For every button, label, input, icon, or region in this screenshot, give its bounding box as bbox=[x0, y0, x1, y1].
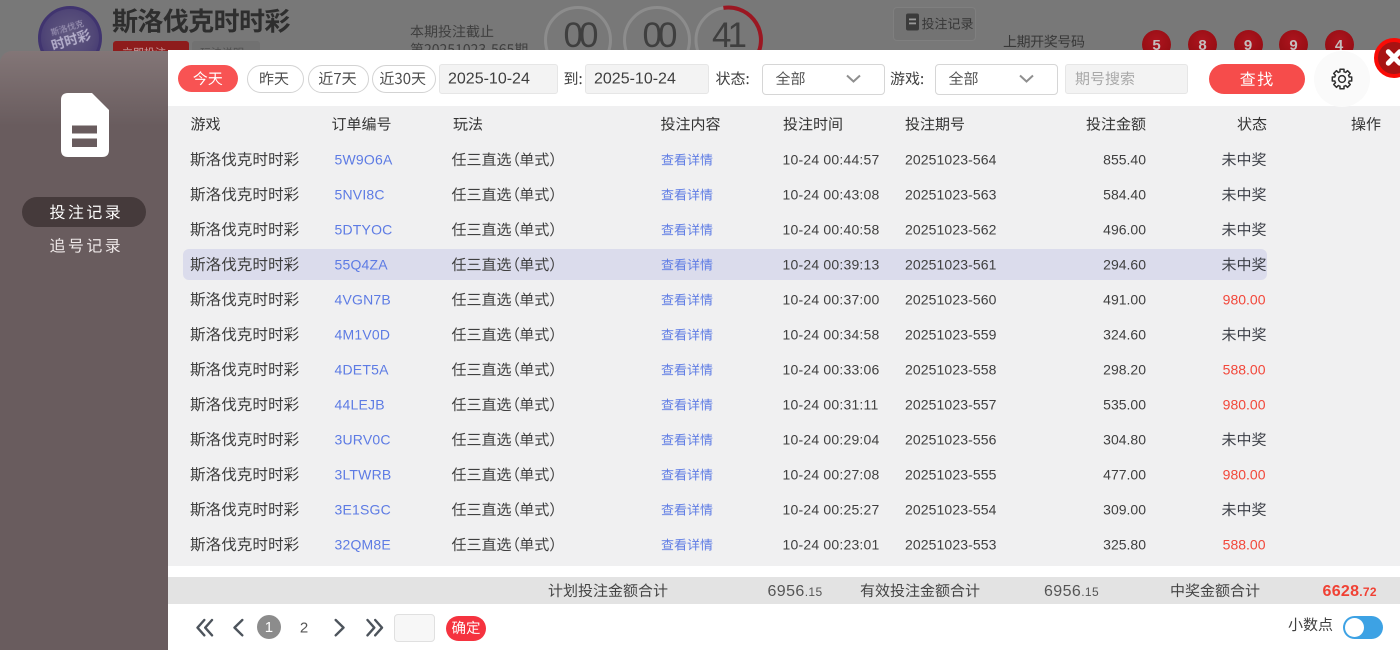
svg-text:304.80: 304.80 bbox=[1103, 432, 1146, 448]
svg-text:6628.72: 6628.72 bbox=[1323, 583, 1377, 600]
svg-text:309.00: 309.00 bbox=[1103, 502, 1146, 518]
svg-text:44LEJB: 44LEJB bbox=[335, 397, 385, 413]
svg-text:20251023-561: 20251023-561 bbox=[905, 257, 997, 273]
svg-text:20251023-554: 20251023-554 bbox=[905, 502, 997, 518]
svg-text:10-24 00:25:27: 10-24 00:25:27 bbox=[783, 502, 880, 518]
svg-text:10-24 00:23:01: 10-24 00:23:01 bbox=[783, 537, 880, 553]
svg-text:20251023-558: 20251023-558 bbox=[905, 362, 997, 378]
svg-text:980.00: 980.00 bbox=[1223, 467, 1266, 483]
svg-text:6956.15: 6956.15 bbox=[1044, 583, 1099, 600]
svg-text:5W9O6A: 5W9O6A bbox=[335, 152, 393, 168]
svg-text:10-24 00:39:13: 10-24 00:39:13 bbox=[783, 257, 880, 273]
svg-text:588.00: 588.00 bbox=[1223, 362, 1266, 378]
svg-text:2025-10-24: 2025-10-24 bbox=[594, 71, 676, 88]
svg-text:3LTWRB: 3LTWRB bbox=[335, 467, 392, 483]
svg-text:584.40: 584.40 bbox=[1103, 187, 1146, 203]
svg-text:6956.15: 6956.15 bbox=[768, 583, 823, 600]
svg-text:855.40: 855.40 bbox=[1103, 152, 1146, 168]
svg-text:1: 1 bbox=[265, 619, 273, 636]
svg-text:10-24 00:43:08: 10-24 00:43:08 bbox=[783, 187, 880, 203]
svg-text:294.60: 294.60 bbox=[1103, 257, 1146, 273]
svg-text:20251023-563: 20251023-563 bbox=[905, 187, 997, 203]
svg-text:20251023-560: 20251023-560 bbox=[905, 292, 997, 308]
svg-text:4VGN7B: 4VGN7B bbox=[335, 292, 391, 308]
svg-text:980.00: 980.00 bbox=[1223, 397, 1266, 413]
svg-text:10-24 00:44:57: 10-24 00:44:57 bbox=[783, 152, 880, 168]
svg-text:55Q4ZA: 55Q4ZA bbox=[335, 257, 389, 273]
svg-text:10-24 00:29:04: 10-24 00:29:04 bbox=[783, 432, 880, 448]
svg-text:20251023-562: 20251023-562 bbox=[905, 222, 997, 238]
svg-text:2025-10-24: 2025-10-24 bbox=[448, 71, 530, 88]
svg-text:32QM8E: 32QM8E bbox=[335, 537, 391, 553]
svg-text:20251023-553: 20251023-553 bbox=[905, 537, 997, 553]
svg-text:10-24 00:27:08: 10-24 00:27:08 bbox=[783, 467, 880, 483]
svg-text:5NVI8C: 5NVI8C bbox=[335, 187, 385, 203]
svg-text:20251023-555: 20251023-555 bbox=[905, 467, 997, 483]
svg-text:4M1V0D: 4M1V0D bbox=[335, 327, 391, 343]
svg-text:980.00: 980.00 bbox=[1223, 292, 1266, 308]
svg-text:4DET5A: 4DET5A bbox=[335, 362, 390, 378]
svg-text:298.20: 298.20 bbox=[1103, 362, 1146, 378]
svg-text:324.60: 324.60 bbox=[1103, 327, 1146, 343]
svg-text:588.00: 588.00 bbox=[1223, 537, 1266, 553]
svg-text:2: 2 bbox=[300, 620, 308, 637]
svg-text:10-24 00:37:00: 10-24 00:37:00 bbox=[783, 292, 880, 308]
svg-text:20251023-564: 20251023-564 bbox=[905, 152, 997, 168]
svg-text:3URV0C: 3URV0C bbox=[335, 432, 391, 448]
svg-text:20251023-556: 20251023-556 bbox=[905, 432, 997, 448]
svg-text:496.00: 496.00 bbox=[1103, 222, 1146, 238]
svg-text:10-24 00:33:06: 10-24 00:33:06 bbox=[783, 362, 880, 378]
svg-text:20251023-559: 20251023-559 bbox=[905, 327, 997, 343]
svg-text:10-24 00:31:11: 10-24 00:31:11 bbox=[783, 397, 879, 413]
svg-text:535.00: 535.00 bbox=[1103, 397, 1146, 413]
svg-text:3E1SGC: 3E1SGC bbox=[335, 502, 391, 518]
svg-text:5DTYOC: 5DTYOC bbox=[335, 222, 393, 238]
svg-text:10-24 00:40:58: 10-24 00:40:58 bbox=[783, 222, 880, 238]
svg-text:20251023-557: 20251023-557 bbox=[905, 397, 997, 413]
svg-text:491.00: 491.00 bbox=[1103, 292, 1146, 308]
svg-text:477.00: 477.00 bbox=[1103, 467, 1146, 483]
svg-text:325.80: 325.80 bbox=[1103, 537, 1146, 553]
svg-text:10-24 00:34:58: 10-24 00:34:58 bbox=[783, 327, 880, 343]
